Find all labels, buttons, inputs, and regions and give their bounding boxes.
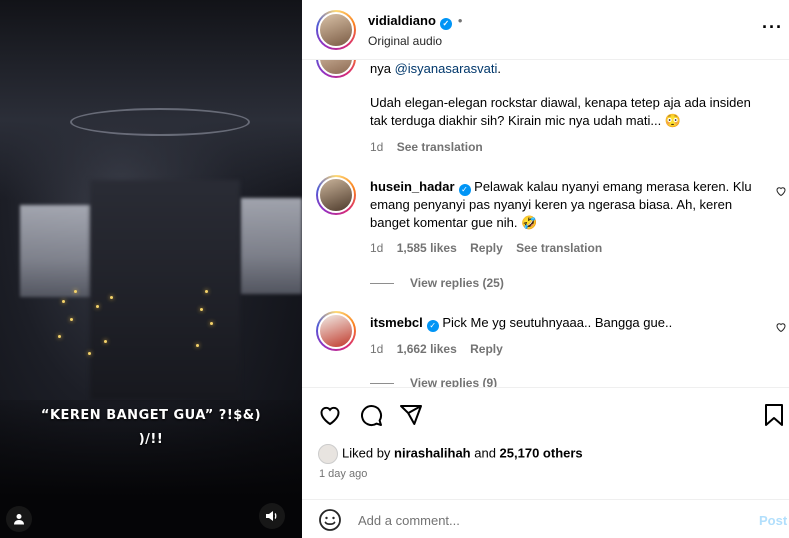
- like-comment-button[interactable]: [775, 185, 787, 200]
- more-icon: ···: [762, 17, 783, 37]
- verified-badge-icon: ✓: [426, 320, 439, 332]
- owner-username[interactable]: vidialdiano: [368, 13, 436, 28]
- heart-icon: [776, 323, 786, 333]
- comment-meta: 1d 1,662 likes Reply: [370, 342, 513, 356]
- mention-link[interactable]: @isyanasarasvati: [395, 61, 498, 76]
- video-caption: “KEREN BANGET GUA” ?!$&) )/!!: [40, 404, 262, 452]
- post-comment-button[interactable]: Post: [759, 513, 787, 528]
- comment-username[interactable]: husein_hadar: [370, 179, 455, 194]
- comment-text: husein_hadar ✓ Pelawak kalau nyanyi emang…: [370, 178, 753, 232]
- comment-text: nya @isyanasarasvati.: [370, 60, 753, 78]
- post-side-panel: vidialdiano ✓ • Original audio ··· nya @is…: [302, 0, 789, 538]
- save-button[interactable]: [763, 403, 785, 430]
- comment-meta: 1d 1,585 likes Reply See translation: [370, 241, 612, 255]
- stage-screen-left: [20, 205, 92, 297]
- comment-avatar[interactable]: [316, 311, 356, 351]
- video-caption-line1: “KEREN BANGET GUA” ?!$&): [40, 408, 262, 423]
- post-header: vidialdiano ✓ • Original audio ···: [302, 0, 789, 60]
- reply-button[interactable]: Reply: [470, 342, 503, 356]
- comment-text-prefix: nya: [370, 61, 395, 76]
- emoji-icon: [319, 509, 341, 531]
- heart-icon: [320, 406, 340, 426]
- view-replies-label: View replies (25): [410, 276, 504, 290]
- owner-username-row: vidialdiano ✓ •: [368, 13, 462, 30]
- liked-by-and: and: [470, 445, 500, 461]
- comment-icon: [361, 405, 383, 427]
- add-comment-bar: Post: [302, 499, 789, 538]
- share-icon: [400, 405, 422, 425]
- share-button[interactable]: [399, 403, 423, 430]
- post-date[interactable]: 1 day ago: [319, 468, 367, 480]
- comment-username[interactable]: itsmebcl: [370, 315, 423, 330]
- view-replies-button[interactable]: View replies (25): [370, 276, 504, 290]
- liked-by: Liked by nirashalihah and 25,170 others: [318, 444, 583, 464]
- comment-time[interactable]: 1d: [370, 140, 383, 154]
- replies-divider: [370, 283, 394, 285]
- user-icon: [14, 514, 24, 525]
- verified-badge-icon: ✓: [439, 18, 452, 30]
- comment-body: Pick Me yg seutuhnyaaa.. Bangga gue..: [442, 315, 673, 330]
- tagged-user-button[interactable]: [6, 506, 32, 532]
- comment-likes[interactable]: 1,585 likes: [397, 241, 457, 255]
- liked-by-prefix: Liked by: [342, 445, 395, 461]
- more-options-button[interactable]: ···: [762, 18, 783, 36]
- comment-time[interactable]: 1d: [370, 342, 383, 356]
- liked-by-user[interactable]: nirashalihah: [394, 445, 471, 460]
- post-actions: Liked by nirashalihah and 25,170 others …: [302, 387, 789, 538]
- owner-avatar[interactable]: [316, 10, 356, 50]
- comment-button[interactable]: [359, 403, 383, 430]
- stage-halo-light: [70, 108, 250, 136]
- emoji-button[interactable]: [318, 508, 342, 535]
- liked-by-avatar[interactable]: [318, 444, 338, 464]
- comment-time[interactable]: 1d: [370, 241, 383, 255]
- video-caption-line2: )/!!: [138, 432, 164, 447]
- mute-button[interactable]: [259, 503, 285, 529]
- speaker-icon: [266, 511, 277, 521]
- reply-button[interactable]: Reply: [470, 241, 503, 255]
- comment-avatar[interactable]: [316, 60, 356, 78]
- like-button[interactable]: [318, 403, 342, 430]
- audio-link[interactable]: Original audio: [368, 34, 442, 48]
- stage-screen-right: [240, 198, 302, 294]
- comment-text: itsmebcl ✓ Pick Me yg seutuhnyaaa.. Bangg…: [370, 314, 753, 332]
- comment-likes[interactable]: 1,662 likes: [397, 342, 457, 356]
- likes-count[interactable]: 25,170 others: [500, 445, 583, 460]
- reel-video[interactable]: “KEREN BANGET GUA” ?!$&) )/!!: [0, 0, 302, 538]
- heart-icon: [776, 187, 786, 197]
- verified-badge-icon: ✓: [458, 184, 471, 196]
- bookmark-icon: [765, 404, 783, 426]
- view-replies-label: View replies (9): [410, 376, 498, 387]
- comment-input[interactable]: [358, 510, 738, 530]
- see-translation-button[interactable]: See translation: [516, 241, 602, 255]
- like-comment-button[interactable]: [775, 321, 787, 336]
- view-replies-button[interactable]: View replies (9): [370, 376, 497, 387]
- stage-pillar: [90, 180, 240, 400]
- stage-rig: [0, 0, 302, 200]
- comment-meta: 1d See translation: [370, 140, 493, 154]
- comments-list[interactable]: nya @isyanasarasvati. Udah elegan-elegan…: [302, 60, 789, 387]
- comment-avatar[interactable]: [316, 175, 356, 215]
- replies-divider: [370, 383, 394, 385]
- separator-dot: •: [457, 13, 463, 28]
- comment-text-body: Udah elegan-elegan rockstar diawal, kena…: [370, 95, 751, 128]
- see-translation-button[interactable]: See translation: [397, 140, 483, 154]
- comment-text-suffix: .: [497, 61, 501, 76]
